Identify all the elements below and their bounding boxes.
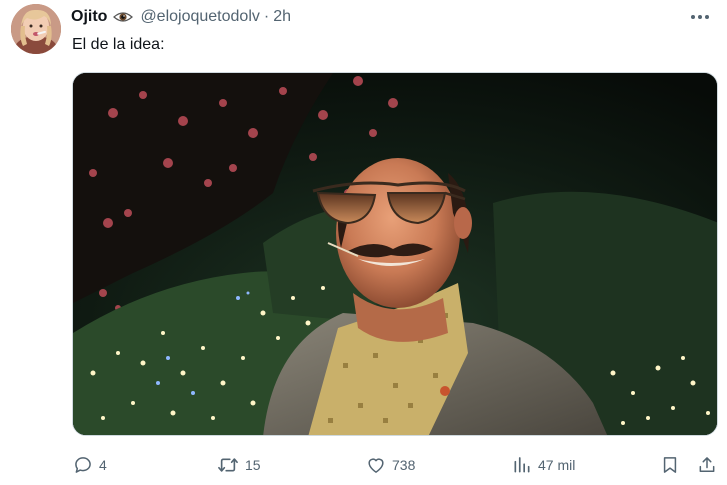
display-name[interactable]: Ojito bbox=[71, 7, 107, 27]
share-button[interactable] bbox=[697, 452, 717, 478]
eye-emoji-icon bbox=[113, 10, 134, 24]
photo-man-sunglasses bbox=[73, 73, 717, 435]
retweet-icon bbox=[218, 458, 238, 472]
more-options-button[interactable] bbox=[689, 9, 711, 25]
user-avatar[interactable] bbox=[11, 4, 61, 54]
avatar-photo-icon bbox=[11, 4, 61, 54]
views-chart-icon bbox=[514, 457, 530, 473]
tweet-timestamp[interactable]: 2h bbox=[273, 7, 291, 27]
like-count: 738 bbox=[392, 457, 416, 473]
reply-button[interactable]: 4 bbox=[73, 452, 107, 478]
tweet-card[interactable]: Ojito @elojoquetodolv · 2h El de la idea… bbox=[0, 0, 727, 485]
reply-icon bbox=[75, 457, 91, 473]
user-handle[interactable]: @elojoquetodolv bbox=[140, 7, 259, 27]
share-icon bbox=[699, 457, 715, 472]
reply-count: 4 bbox=[99, 457, 107, 473]
retweet-count: 15 bbox=[245, 457, 261, 473]
like-button[interactable]: 738 bbox=[366, 452, 415, 478]
bookmark-button[interactable] bbox=[660, 452, 680, 478]
heart-icon bbox=[368, 458, 384, 473]
retweet-button[interactable]: 15 bbox=[217, 452, 261, 478]
tweet-actions-bar: 4 15 738 47 mil bbox=[0, 452, 727, 478]
bookmark-icon bbox=[663, 457, 677, 473]
tweet-media-image[interactable] bbox=[72, 72, 718, 436]
views-count: 47 mil bbox=[538, 457, 576, 473]
views-button[interactable]: 47 mil bbox=[512, 452, 575, 478]
header-separator: · bbox=[263, 8, 270, 25]
tweet-text: El de la idea: bbox=[72, 36, 165, 53]
tweet-header: Ojito @elojoquetodolv · 2h bbox=[71, 6, 291, 28]
more-options-icon bbox=[691, 15, 709, 19]
